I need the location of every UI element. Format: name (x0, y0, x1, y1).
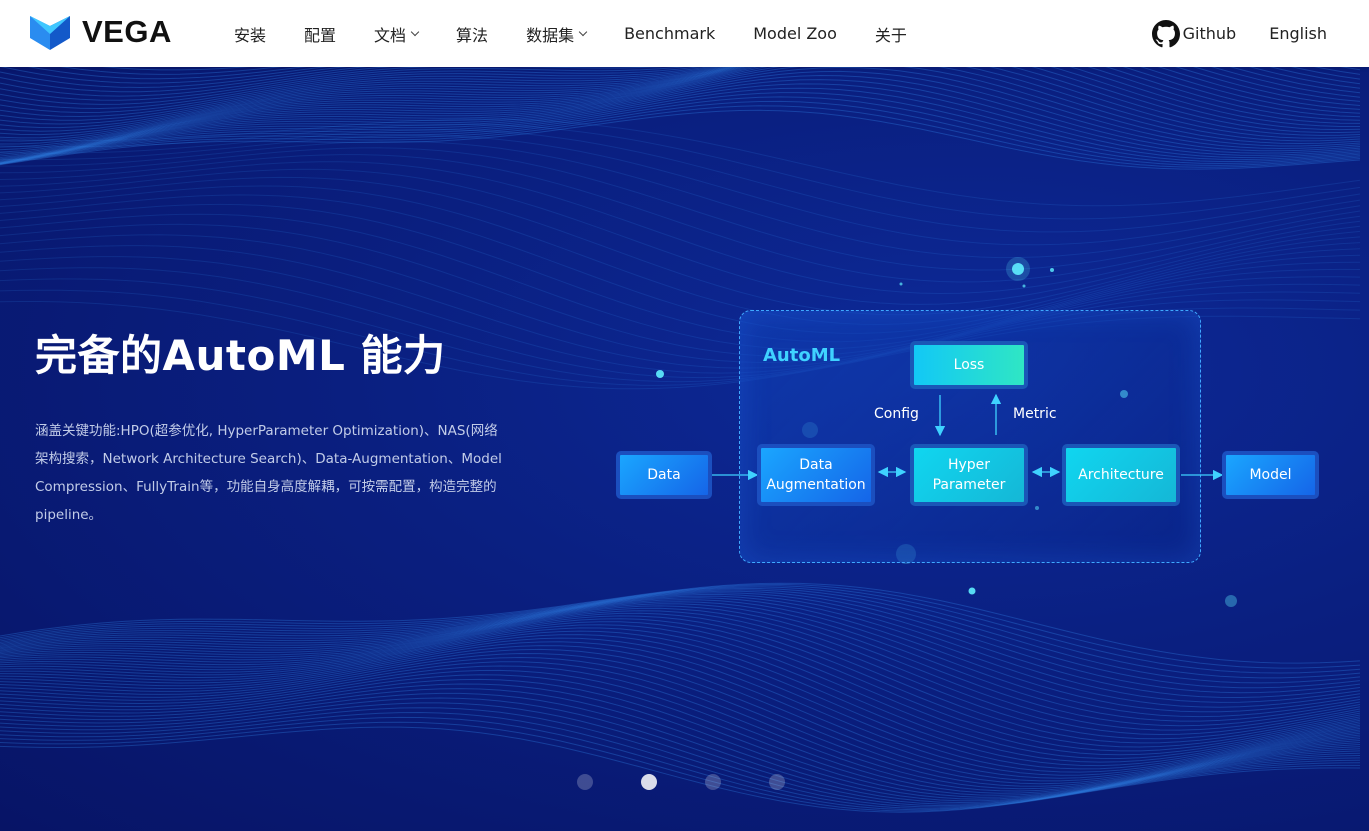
carousel-dot-active[interactable] (641, 774, 657, 790)
nav-item-label: Model Zoo (753, 24, 837, 43)
nav-item-benchmark[interactable]: Benchmark (624, 24, 715, 43)
nav-item-datasets[interactable]: 数据集 (526, 22, 588, 46)
nav-item-label: 配置 (304, 25, 337, 45)
nav-item-label: 数据集 (526, 25, 575, 45)
hero-banner: 完备的AutoML 能力 涵盖关键功能:HPO(超参优化, HyperParam… (0, 67, 1369, 831)
node-data-augmentation[interactable]: Data Augmentation (757, 444, 875, 506)
node-model-label: Model (1249, 467, 1292, 483)
nav-right: Github English (1151, 0, 1327, 67)
main-nav: 安装 配置 文档 算法 数据集 Benchmark Model Zoo 关于 (234, 0, 945, 67)
brand-logo[interactable]: VEGA (30, 12, 172, 52)
nav-item-config[interactable]: 配置 (304, 22, 336, 46)
carousel-dot[interactable] (769, 774, 785, 790)
node-loss[interactable]: Loss (910, 341, 1028, 389)
nav-item-label: 关于 (874, 25, 907, 45)
chevron-down-icon (410, 27, 420, 37)
nav-item-label: 文档 (374, 25, 407, 45)
node-model[interactable]: Model (1222, 451, 1319, 499)
nav-item-model-zoo[interactable]: Model Zoo (753, 24, 837, 43)
nav-item-label: 安装 (234, 25, 267, 45)
node-label-line: Parameter (932, 477, 1006, 493)
nav-item-install[interactable]: 安装 (234, 22, 266, 46)
automl-diagram: AutoML Data Data Augmentation Hyper Para… (0, 67, 1369, 831)
nav-item-docs[interactable]: 文档 (374, 22, 420, 46)
node-data-label: Data (647, 467, 681, 483)
carousel-dot[interactable] (705, 774, 721, 790)
top-navbar: VEGA 安装 配置 文档 算法 数据集 Benchmark Model Zoo… (0, 0, 1369, 67)
node-hyper-parameter[interactable]: Hyper Parameter (910, 444, 1028, 506)
node-data[interactable]: Data (616, 451, 712, 499)
carousel-dot[interactable] (577, 774, 593, 790)
github-link[interactable]: Github (1151, 19, 1237, 48)
carousel-indicators (577, 774, 833, 790)
node-data-augmentation-label: Data Augmentation (766, 455, 865, 495)
vega-logo-icon (30, 16, 70, 50)
nav-item-label: 算法 (456, 25, 489, 45)
language-switch[interactable]: English (1269, 24, 1327, 43)
nav-item-algorithms[interactable]: 算法 (456, 22, 488, 46)
nav-item-about[interactable]: 关于 (875, 22, 907, 46)
github-icon (1151, 19, 1180, 47)
node-hyper-parameter-label: Hyper Parameter (933, 455, 1006, 495)
node-label-line: Hyper (947, 457, 991, 473)
config-label: Config (874, 406, 919, 422)
node-label-line: Data (799, 457, 833, 473)
chevron-down-icon (578, 27, 588, 37)
node-label-line: Augmentation (766, 477, 866, 493)
metric-label: Metric (1013, 406, 1057, 422)
github-label: Github (1182, 24, 1237, 43)
node-architecture[interactable]: Architecture (1062, 444, 1180, 506)
brand-name: VEGA (82, 14, 172, 49)
node-loss-label: Loss (953, 357, 985, 373)
node-architecture-label: Architecture (1078, 467, 1164, 483)
nav-item-label: Benchmark (624, 24, 716, 43)
